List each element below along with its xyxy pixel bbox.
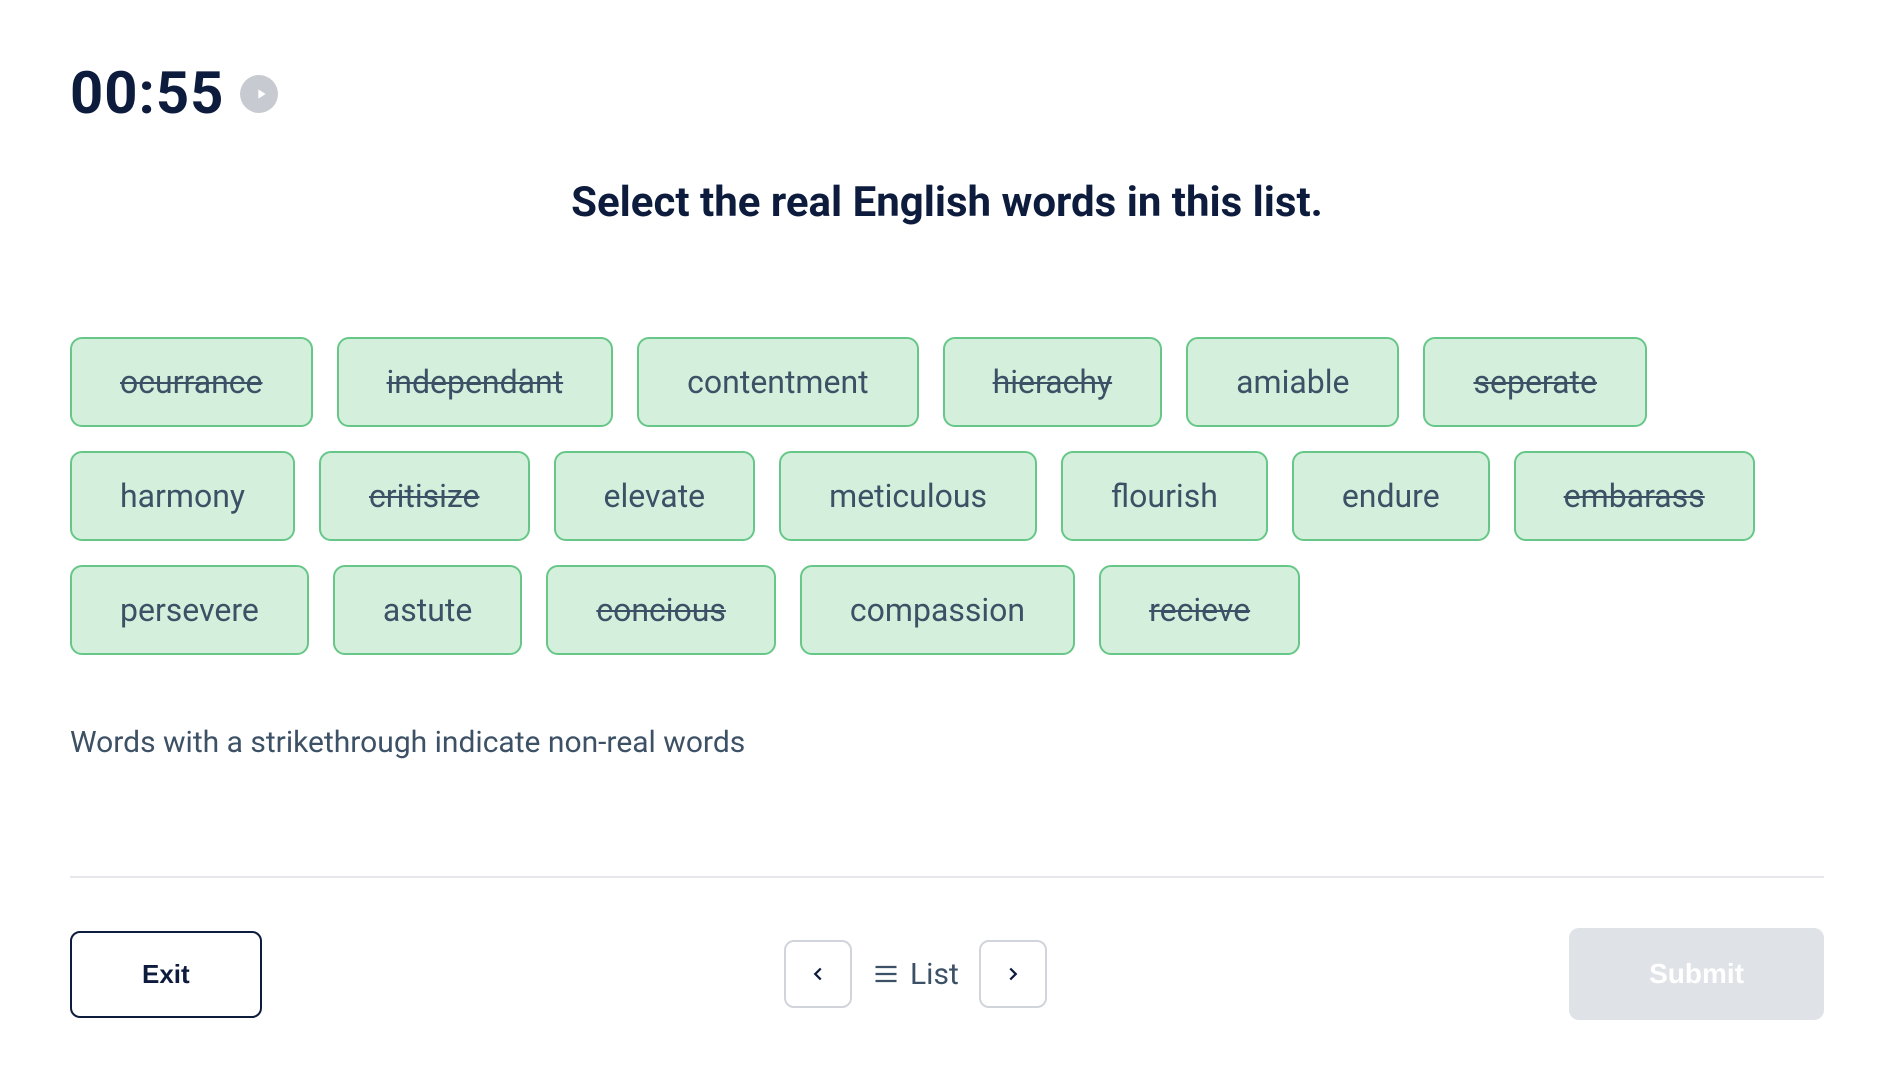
word-chip[interactable]: meticulous bbox=[779, 451, 1037, 541]
word-chip[interactable]: amiable bbox=[1186, 337, 1399, 427]
word-chip[interactable]: compassion bbox=[800, 565, 1075, 655]
question-title: Select the real English words in this li… bbox=[70, 178, 1824, 227]
chevron-left-icon bbox=[807, 963, 829, 985]
word-chip[interactable]: hierachy bbox=[943, 337, 1163, 427]
word-chip[interactable]: concious bbox=[546, 565, 776, 655]
word-chip[interactable]: seperate bbox=[1423, 337, 1646, 427]
word-chip[interactable]: elevate bbox=[554, 451, 756, 541]
next-button[interactable] bbox=[979, 940, 1047, 1008]
word-chip[interactable]: endure bbox=[1292, 451, 1490, 541]
list-button[interactable]: List bbox=[872, 957, 959, 992]
list-icon bbox=[872, 960, 900, 988]
word-chip[interactable]: flourish bbox=[1061, 451, 1268, 541]
word-chip[interactable]: persevere bbox=[70, 565, 309, 655]
word-chip[interactable]: independant bbox=[337, 337, 614, 427]
exit-button[interactable]: Exit bbox=[70, 931, 262, 1018]
nav-center: List bbox=[784, 940, 1047, 1008]
prev-button[interactable] bbox=[784, 940, 852, 1008]
timer-display: 00:55 bbox=[70, 60, 224, 128]
word-chip[interactable]: embarass bbox=[1514, 451, 1755, 541]
footer-bar: Exit List Submit bbox=[70, 876, 1824, 1020]
play-icon[interactable] bbox=[240, 75, 278, 113]
word-chip[interactable]: critisize bbox=[319, 451, 530, 541]
list-label-text: List bbox=[910, 957, 959, 992]
hint-text: Words with a strikethrough indicate non-… bbox=[70, 725, 1824, 760]
chevron-right-icon bbox=[1002, 963, 1024, 985]
word-chip[interactable]: contentment bbox=[637, 337, 918, 427]
timer-row: 00:55 bbox=[70, 60, 1824, 128]
words-container: ocurrance independant contentment hierachy a… bbox=[70, 337, 1824, 655]
word-chip[interactable]: recieve bbox=[1099, 565, 1300, 655]
word-chip[interactable]: astute bbox=[333, 565, 522, 655]
word-chip[interactable]: ocurrance bbox=[70, 337, 313, 427]
submit-button[interactable]: Submit bbox=[1569, 928, 1824, 1020]
word-chip[interactable]: harmony bbox=[70, 451, 295, 541]
